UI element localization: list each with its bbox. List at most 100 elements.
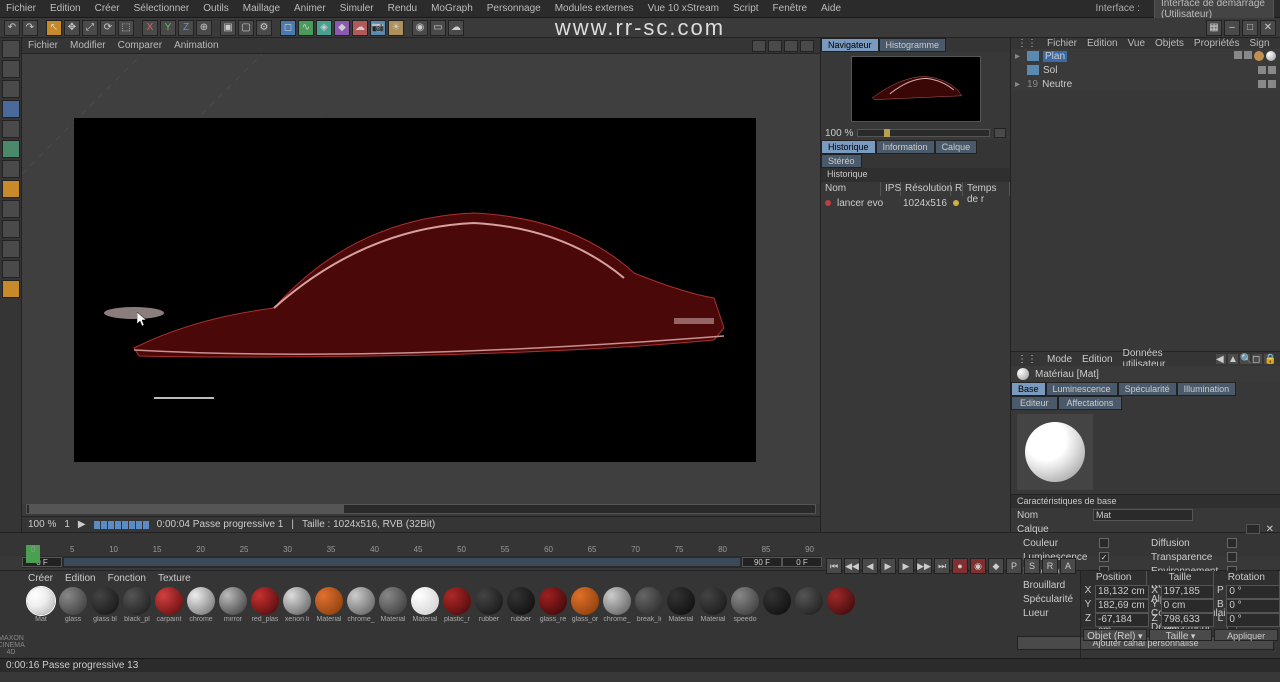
pv-full-icon[interactable] — [784, 40, 798, 52]
redo-icon[interactable]: ↷ — [22, 20, 38, 36]
rot-l-field[interactable]: 0 ° — [1226, 613, 1280, 627]
deformer-icon[interactable]: ◆ — [334, 20, 350, 36]
am-grip-icon[interactable]: ⋮⋮ — [1017, 354, 1037, 365]
size-y-field[interactable]: 0 cm — [1161, 599, 1215, 613]
generator-icon[interactable]: ◈ — [316, 20, 332, 36]
render-view-icon[interactable]: ▣ — [220, 20, 236, 36]
material-swatch[interactable]: Material — [698, 587, 728, 627]
history-row[interactable]: lancer evo 1024x516 — [821, 196, 1010, 210]
picture-viewer-viewport[interactable] — [22, 54, 820, 504]
tab-calque[interactable]: Calque — [935, 140, 978, 154]
phong-tag-icon[interactable] — [1254, 51, 1264, 61]
menu-animer[interactable]: Animer — [294, 3, 326, 14]
axis-mode-icon[interactable] — [2, 80, 20, 98]
maximize-icon[interactable]: □ — [1242, 20, 1258, 36]
move-tool-icon[interactable]: ✥ — [64, 20, 80, 36]
environment-icon[interactable]: ☁ — [352, 20, 368, 36]
material-swatch[interactable]: plastic_r — [442, 587, 472, 627]
snap-icon[interactable] — [2, 200, 20, 218]
vis-toggle-icon[interactable] — [1258, 66, 1266, 74]
nav-back-icon[interactable]: ◀ — [1216, 354, 1226, 364]
y-axis-icon[interactable]: Y — [160, 20, 176, 36]
tab-historique[interactable]: Historique — [821, 140, 876, 154]
nav-lock-icon[interactable]: 🔒 — [1264, 354, 1274, 364]
minimize-icon[interactable]: – — [1224, 20, 1240, 36]
am-mode[interactable]: Mode — [1047, 354, 1072, 365]
range-end-field[interactable]: 90 F — [742, 557, 782, 567]
mb-creer[interactable]: Créer — [28, 573, 53, 584]
om-proprietes[interactable]: Propriétés — [1194, 38, 1240, 49]
render-toggle-icon[interactable] — [1268, 66, 1276, 74]
object-row-plan[interactable]: ▸ Plan — [1011, 49, 1280, 63]
material-swatch[interactable] — [794, 587, 824, 627]
pv-fichier[interactable]: Fichier — [28, 40, 58, 51]
nav-zoom-fit-icon[interactable] — [994, 128, 1006, 138]
menu-vue[interactable]: Vue 10 xStream — [648, 3, 719, 14]
material-swatch[interactable]: rubber — [506, 587, 536, 627]
menu-simuler[interactable]: Simuler — [340, 3, 374, 14]
material-swatch[interactable]: Mat — [26, 587, 56, 627]
mtab-affect[interactable]: Affectations — [1058, 396, 1123, 410]
apply-button[interactable]: Appliquer — [1214, 629, 1278, 641]
render-settings-icon[interactable]: ⚙ — [256, 20, 272, 36]
material-swatch[interactable]: glass — [58, 587, 88, 627]
point-mode-icon[interactable] — [2, 100, 20, 118]
texture-mode-icon[interactable] — [2, 160, 20, 178]
tab-histogramme[interactable]: Histogramme — [879, 38, 947, 52]
am-edition[interactable]: Edition — [1082, 354, 1113, 365]
pv-modifier[interactable]: Modifier — [70, 40, 106, 51]
disclosure-icon[interactable]: ▸ — [1015, 79, 1023, 90]
mb-edition[interactable]: Edition — [65, 573, 96, 584]
model-mode-icon[interactable] — [2, 40, 20, 58]
edge-mode-icon[interactable] — [2, 120, 20, 138]
material-swatch[interactable]: black_pl — [122, 587, 152, 627]
tag-icon[interactable]: ◉ — [412, 20, 428, 36]
floor-icon[interactable]: ▭ — [430, 20, 446, 36]
menu-edition[interactable]: Edition — [50, 3, 81, 14]
nav-new-icon[interactable]: ◻ — [1252, 354, 1262, 364]
x-axis-icon[interactable]: X — [142, 20, 158, 36]
mtab-spec[interactable]: Spécularité — [1118, 382, 1177, 396]
material-swatch[interactable]: red_plas — [250, 587, 280, 627]
menu-aide[interactable]: Aide — [821, 3, 841, 14]
om-objets[interactable]: Objets — [1155, 38, 1184, 49]
tab-information[interactable]: Information — [876, 140, 935, 154]
material-swatch[interactable]: chrome_ — [602, 587, 632, 627]
object-row-sol[interactable]: Sol — [1011, 63, 1280, 77]
cube-icon[interactable]: ◻ — [280, 20, 296, 36]
light-icon[interactable]: ☀ — [388, 20, 404, 36]
menu-mograph[interactable]: MoGraph — [431, 3, 473, 14]
mtab-editeur[interactable]: Editeur — [1011, 396, 1058, 410]
material-swatch[interactable]: speedo — [730, 587, 760, 627]
range-cur-field[interactable]: 0 F — [782, 557, 822, 567]
disclosure-icon[interactable]: ▸ — [1015, 51, 1023, 62]
material-swatch[interactable]: glass_or — [570, 587, 600, 627]
render-region-icon[interactable]: ▢ — [238, 20, 254, 36]
pv-play-icon[interactable] — [800, 40, 814, 52]
camera-icon[interactable]: 📷 — [370, 20, 386, 36]
material-swatch[interactable]: xenon li — [282, 587, 312, 627]
pv-filter-icon[interactable] — [768, 40, 782, 52]
pos-z-field[interactable]: -67,184 cm — [1095, 613, 1149, 627]
menu-modules[interactable]: Modules externes — [555, 3, 634, 14]
scale-tool-icon[interactable]: ⤢ — [82, 20, 98, 36]
material-swatch[interactable]: mirror — [218, 587, 248, 627]
material-swatch[interactable]: Material — [314, 587, 344, 627]
material-swatch[interactable]: chrome_ — [346, 587, 376, 627]
ch-diff-chk[interactable] — [1227, 538, 1237, 548]
z-axis-icon[interactable]: Z — [178, 20, 194, 36]
om-fichier[interactable]: Fichier — [1047, 38, 1077, 49]
material-swatch[interactable]: chrome — [186, 587, 216, 627]
menu-selectionner[interactable]: Sélectionner — [134, 3, 190, 14]
om-vue[interactable]: Vue — [1128, 38, 1145, 49]
mtab-luminescence[interactable]: Luminescence — [1046, 382, 1118, 396]
nav-search-icon[interactable]: 🔍 — [1240, 354, 1250, 364]
mb-fonction[interactable]: Fonction — [108, 573, 146, 584]
pv-animation[interactable]: Animation — [174, 40, 218, 51]
material-swatch[interactable]: rubber — [474, 587, 504, 627]
poly-mode-icon[interactable] — [2, 140, 20, 158]
material-swatch[interactable]: glass bl — [90, 587, 120, 627]
vis-toggle-icon[interactable] — [1234, 51, 1242, 59]
tab-navigateur[interactable]: Navigateur — [821, 38, 879, 52]
menu-outils[interactable]: Outils — [203, 3, 229, 14]
